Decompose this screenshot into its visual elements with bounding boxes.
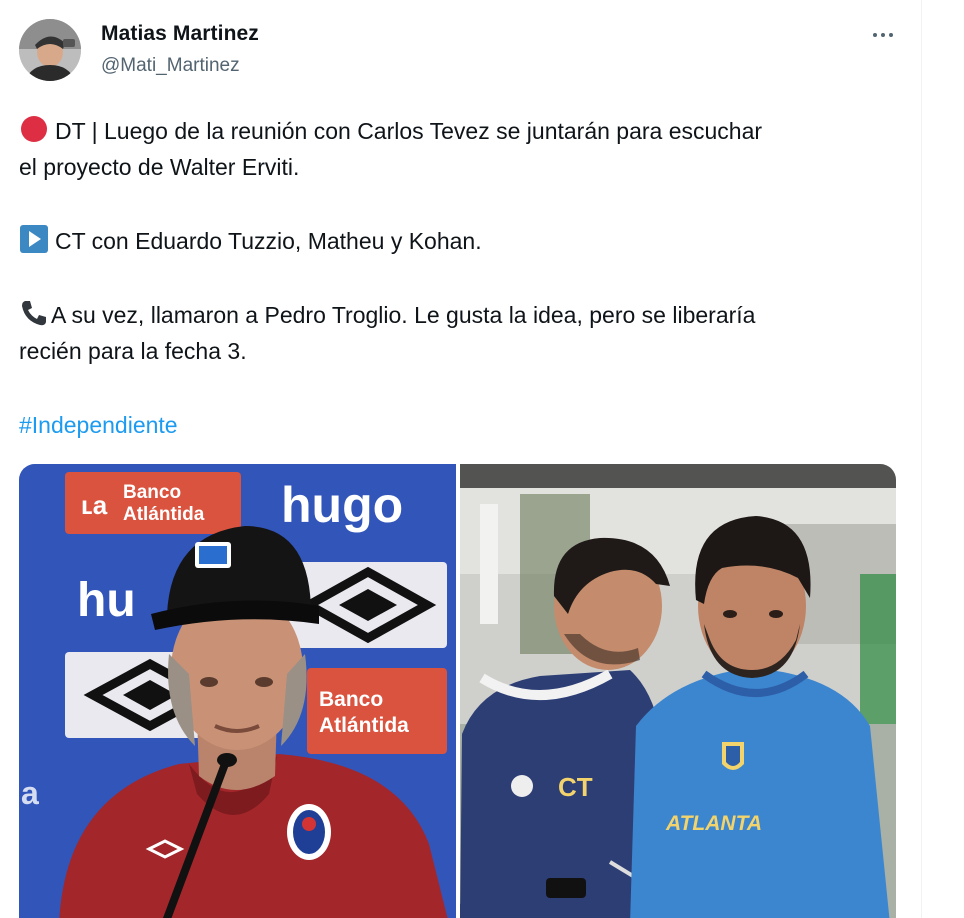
tweet-media: ʟa Banco Atlántida hugo hu Banco Atlánti… [19,464,896,918]
backdrop-text-2: hugo [281,477,403,533]
paragraph-3-line-2: recién para la fecha 3. [19,338,247,364]
media-photo-left[interactable]: ʟa Banco Atlántida hugo hu Banco Atlánti… [19,464,456,918]
paragraph-1-line-2: el proyecto de Walter Erviti. [19,154,300,180]
paragraph-2-line-1: CT con Eduardo Tuzzio, Matheu y Kohan. [19,223,909,259]
tweet-text: DT | Luego de la reunión con Carlos Teve… [19,113,909,443]
backdrop-text-3: hu [77,574,136,627]
play-button-icon [20,225,48,253]
media-photo-right[interactable]: CT ATLANTA [460,464,896,918]
svg-text:Atlántida: Atlántida [123,504,205,525]
author-handle[interactable]: @Mati_Martinez [101,55,240,77]
shirt-text-left: CT [558,772,593,802]
backdrop-text-1: Banco [123,482,181,503]
svg-text:Atlántida: Atlántida [319,714,409,737]
backdrop-text-5: a [21,775,39,811]
profile-photo [19,19,81,81]
svg-text:ʟa: ʟa [81,490,108,520]
paragraph-3-line-1: A su vez, llamaron a Pedro Troglio. Le g… [19,297,909,333]
timeline-column-border [921,0,922,918]
author-avatar[interactable] [19,19,81,81]
paragraph-1-line-1: DT | Luego de la reunión con Carlos Teve… [19,113,909,149]
telephone-receiver-icon [22,301,46,326]
backdrop-text-4: Banco [319,688,383,711]
hashtag-link[interactable]: #Independiente [19,407,909,443]
shirt-text-right: ATLANTA [665,812,762,835]
red-circle-icon [21,116,47,142]
more-horizontal-icon[interactable] [866,22,900,48]
author-name[interactable]: Matias Martinez [101,22,259,46]
